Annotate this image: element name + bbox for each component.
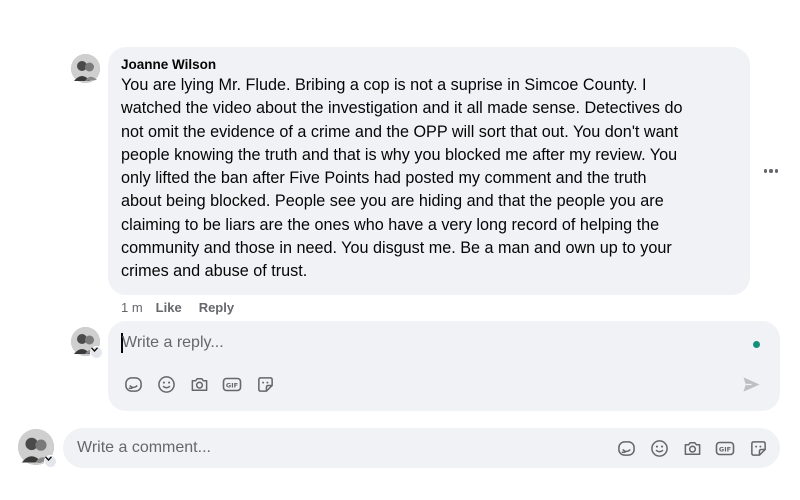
comment-text-line: crimes and abuse of trust. <box>121 262 308 281</box>
reply-button[interactable]: Reply <box>199 300 234 315</box>
chevron-down-icon[interactable] <box>90 346 103 359</box>
comment-text-line: claiming to be liars are the ones who ha… <box>121 215 660 234</box>
reply-user-avatar[interactable] <box>71 327 103 359</box>
comment-text-line: not omit the evidence of a crime and the… <box>121 122 679 141</box>
comment-composer: Write a comment... GIF <box>63 428 780 468</box>
comment-thread: Joanne Wilson You are lying Mr. Flude. B… <box>0 0 800 500</box>
commenter-avatar[interactable] <box>71 54 100 83</box>
gif-icon[interactable]: GIF <box>221 373 243 395</box>
comment-text-line: about being blocked. People see you are … <box>121 192 664 211</box>
camera-icon[interactable] <box>681 437 703 459</box>
gif-icon[interactable]: GIF <box>714 437 736 459</box>
reply-composer: Write a reply... GIF <box>108 321 780 411</box>
status-dot <box>753 341 760 348</box>
camera-icon[interactable] <box>188 373 210 395</box>
comment-text-line: community and those in need. You disgust… <box>121 239 672 258</box>
comment-actions: 1 m Like Reply <box>121 298 251 316</box>
avatar-sticker-icon[interactable] <box>122 373 144 395</box>
emoji-icon[interactable] <box>648 437 670 459</box>
comment-text-line: only lifted the ban after Five Points ha… <box>121 169 647 188</box>
comment-text-line: watched the video about the investigatio… <box>121 99 683 118</box>
comment-text-line: You are lying Mr. Flude. Bribing a cop i… <box>121 76 647 94</box>
send-icon <box>742 376 760 392</box>
emoji-icon[interactable] <box>155 373 177 395</box>
reply-input[interactable]: Write a reply... <box>122 331 722 355</box>
more-options-button[interactable] <box>760 160 782 182</box>
comment-timestamp[interactable]: 1 m <box>121 300 143 315</box>
reply-toolbar: GIF <box>122 373 287 395</box>
comment-toolbar: GIF <box>615 437 780 459</box>
comment-author[interactable]: Joanne Wilson <box>121 56 738 74</box>
like-button[interactable]: Like <box>156 300 182 315</box>
svg-text:GIF: GIF <box>226 381 238 389</box>
sticker-icon[interactable] <box>747 437 769 459</box>
sticker-icon[interactable] <box>254 373 276 395</box>
send-button[interactable] <box>740 373 762 395</box>
current-user-avatar[interactable] <box>18 429 57 468</box>
avatar-sticker-icon[interactable] <box>615 437 637 459</box>
comment-text-line: people knowing the truth and that is why… <box>121 145 678 164</box>
person-photo-icon <box>71 54 100 83</box>
comment-text: You are lying Mr. Flude. Bribing a cop i… <box>121 74 738 284</box>
svg-text:GIF: GIF <box>719 445 731 453</box>
comment-bubble: Joanne Wilson You are lying Mr. Flude. B… <box>108 47 750 295</box>
chevron-down-icon[interactable] <box>44 455 57 468</box>
more-horizontal-icon <box>774 169 779 173</box>
comment-input[interactable]: Write a comment... <box>77 436 577 460</box>
more-horizontal-icon <box>763 169 768 173</box>
more-horizontal-icon <box>769 169 773 173</box>
